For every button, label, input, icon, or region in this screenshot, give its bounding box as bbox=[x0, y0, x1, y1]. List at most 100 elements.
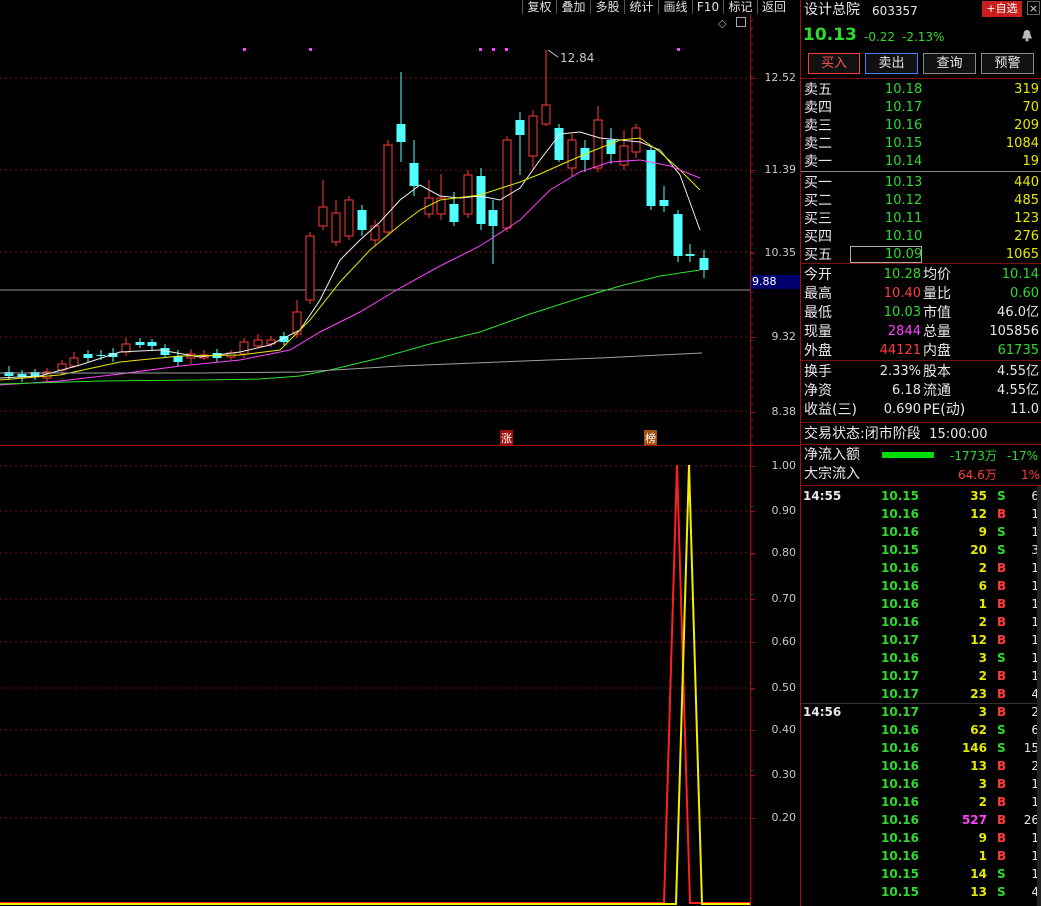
sell-button[interactable]: 卖出 bbox=[865, 53, 918, 74]
bid-volume: 276 bbox=[1014, 229, 1039, 244]
stat-label: 总量 bbox=[923, 324, 951, 340]
tick-row: 14:55 10.15 35 S 6 bbox=[801, 487, 1041, 505]
tick-volume: 13 bbox=[970, 885, 987, 899]
candlestick-chart[interactable]: 12.84 涨 榜 ◇ bbox=[0, 14, 750, 445]
stat-value: 44121 bbox=[879, 343, 921, 358]
tick-price: 10.16 bbox=[881, 525, 919, 539]
toolbar-item-5[interactable]: F10 bbox=[692, 0, 723, 14]
stat-value: 10.14 bbox=[1001, 267, 1039, 282]
stat-label: 市值 bbox=[923, 305, 951, 321]
ask-volume: 209 bbox=[1014, 118, 1039, 133]
toolbar-item-0[interactable]: 复权 bbox=[522, 0, 556, 14]
stat-value: 105856 bbox=[989, 324, 1039, 339]
tick-side: B bbox=[997, 813, 1007, 827]
ask-row[interactable]: 卖三 10.16 209 bbox=[801, 117, 1041, 135]
ask-row[interactable]: 卖二 10.15 1084 bbox=[801, 135, 1041, 153]
ask-row[interactable]: 卖五 10.18 319 bbox=[801, 81, 1041, 99]
toolbar-item-1[interactable]: 叠加 bbox=[556, 0, 590, 14]
tick-price: 10.16 bbox=[881, 813, 919, 827]
tick-side: B bbox=[997, 561, 1007, 575]
stat-value: 10.03 bbox=[883, 305, 921, 320]
tick-side: S bbox=[997, 885, 1006, 899]
ask-label: 卖一 bbox=[804, 154, 832, 170]
bid-price: 10.12 bbox=[885, 193, 923, 208]
stat-value: 11.0 bbox=[1010, 402, 1039, 417]
tick-volume: 12 bbox=[970, 507, 987, 521]
tick-price: 10.16 bbox=[881, 507, 919, 521]
price-axis-tick: 10.35 bbox=[764, 246, 797, 259]
tick-price: 10.17 bbox=[881, 687, 919, 701]
bid-row[interactable]: 买二 10.12 485 bbox=[801, 192, 1041, 210]
bid-row[interactable]: 买五 10.09 1065 bbox=[801, 246, 1041, 264]
bid-label: 买三 bbox=[804, 211, 832, 227]
tick-row: 10.16 3 S 1 bbox=[801, 649, 1041, 667]
tick-scrollbar[interactable] bbox=[1037, 486, 1041, 906]
tick-price: 10.15 bbox=[881, 489, 919, 503]
stat-label: 均价 bbox=[923, 267, 951, 283]
stat-label: 净资 bbox=[804, 383, 832, 399]
toolbar-item-3[interactable]: 统计 bbox=[624, 0, 658, 14]
toolbar-item-2[interactable]: 多股 bbox=[590, 0, 624, 14]
tick-side: S bbox=[997, 741, 1006, 755]
tick-side: B bbox=[997, 687, 1007, 701]
ask-row[interactable]: 卖一 10.14 19 bbox=[801, 153, 1041, 171]
bid-volume: 123 bbox=[1014, 211, 1039, 226]
query-button[interactable]: 查询 bbox=[923, 53, 976, 74]
stat-label: PE(动) bbox=[923, 402, 966, 418]
indicator-axis-tick: 0.30 bbox=[771, 768, 797, 781]
bid-row[interactable]: 买一 10.13 440 bbox=[801, 174, 1041, 192]
bid-input-box[interactable] bbox=[850, 246, 922, 263]
tick-side: S bbox=[997, 525, 1006, 539]
toolbar-item-4[interactable]: 画线 bbox=[658, 0, 692, 14]
tick-side: S bbox=[997, 651, 1006, 665]
tick-row: 10.17 23 B 4 bbox=[801, 685, 1041, 703]
tick-volume: 14 bbox=[970, 867, 987, 881]
ask-label: 卖二 bbox=[804, 136, 832, 152]
block-inflow-label: 大宗流入 bbox=[804, 466, 860, 482]
bell-icon[interactable] bbox=[1021, 27, 1033, 42]
window-toggle-icon[interactable] bbox=[736, 17, 746, 27]
stat-label: 内盘 bbox=[923, 343, 951, 359]
net-inflow-value: -1773万 bbox=[950, 449, 997, 463]
bid-row[interactable]: 买四 10.10 276 bbox=[801, 228, 1041, 246]
ask-volume: 319 bbox=[1014, 82, 1039, 97]
settings-diamond-icon[interactable]: ◇ bbox=[718, 17, 726, 30]
bid-price: 10.10 bbox=[885, 229, 923, 244]
ask-row[interactable]: 卖四 10.17 70 bbox=[801, 99, 1041, 117]
tick-price: 10.16 bbox=[881, 723, 919, 737]
add-watchlist-button[interactable]: +自选 bbox=[982, 1, 1022, 17]
toolbar-item-7[interactable]: 返回 bbox=[757, 0, 790, 14]
current-price-tag: 9.88 bbox=[751, 275, 800, 289]
ask-volume: 1084 bbox=[1005, 136, 1039, 151]
buy-button[interactable]: 买入 bbox=[808, 53, 860, 74]
block-inflow-pct: 1% bbox=[1021, 468, 1041, 482]
stat-value: 61735 bbox=[997, 343, 1039, 358]
price-change-pct: -2.13% bbox=[902, 30, 945, 44]
indicator-chart[interactable] bbox=[0, 446, 750, 906]
indicator-axis-tick: 0.50 bbox=[771, 681, 797, 694]
tick-row: 10.17 12 B 1 bbox=[801, 631, 1041, 649]
tick-time: 14:56 bbox=[803, 705, 842, 719]
tick-volume: 13 bbox=[970, 759, 987, 773]
tick-side: B bbox=[997, 705, 1007, 719]
tick-price: 10.16 bbox=[881, 597, 919, 611]
price-axis-tick: 12.52 bbox=[764, 71, 797, 84]
quote-panel: 设计总院 603357 +自选 × 10.13 -0.22 -2.13% 买入 … bbox=[801, 0, 1041, 906]
stat-label: 换手 bbox=[804, 364, 832, 380]
ask-price: 10.17 bbox=[885, 100, 923, 115]
bid-label: 买五 bbox=[804, 247, 832, 263]
indicator-axis-tick: 0.90 bbox=[771, 504, 797, 517]
alert-button[interactable]: 预警 bbox=[981, 53, 1034, 74]
stat-label: 外盘 bbox=[804, 343, 832, 359]
tick-side: B bbox=[997, 777, 1007, 791]
ask-label: 卖三 bbox=[804, 118, 832, 134]
tick-volume: 2 bbox=[978, 561, 987, 575]
bid-row[interactable]: 买三 10.11 123 bbox=[801, 210, 1041, 228]
tick-row: 10.16 146 S 15 bbox=[801, 739, 1041, 757]
panel-close-icon[interactable]: × bbox=[1027, 1, 1040, 15]
tick-price: 10.16 bbox=[881, 561, 919, 575]
tick-price: 10.16 bbox=[881, 849, 919, 863]
tick-volume: 35 bbox=[970, 489, 987, 503]
toolbar-item-6[interactable]: 标记 bbox=[723, 0, 757, 14]
tick-row: 10.17 2 B 1 bbox=[801, 667, 1041, 685]
